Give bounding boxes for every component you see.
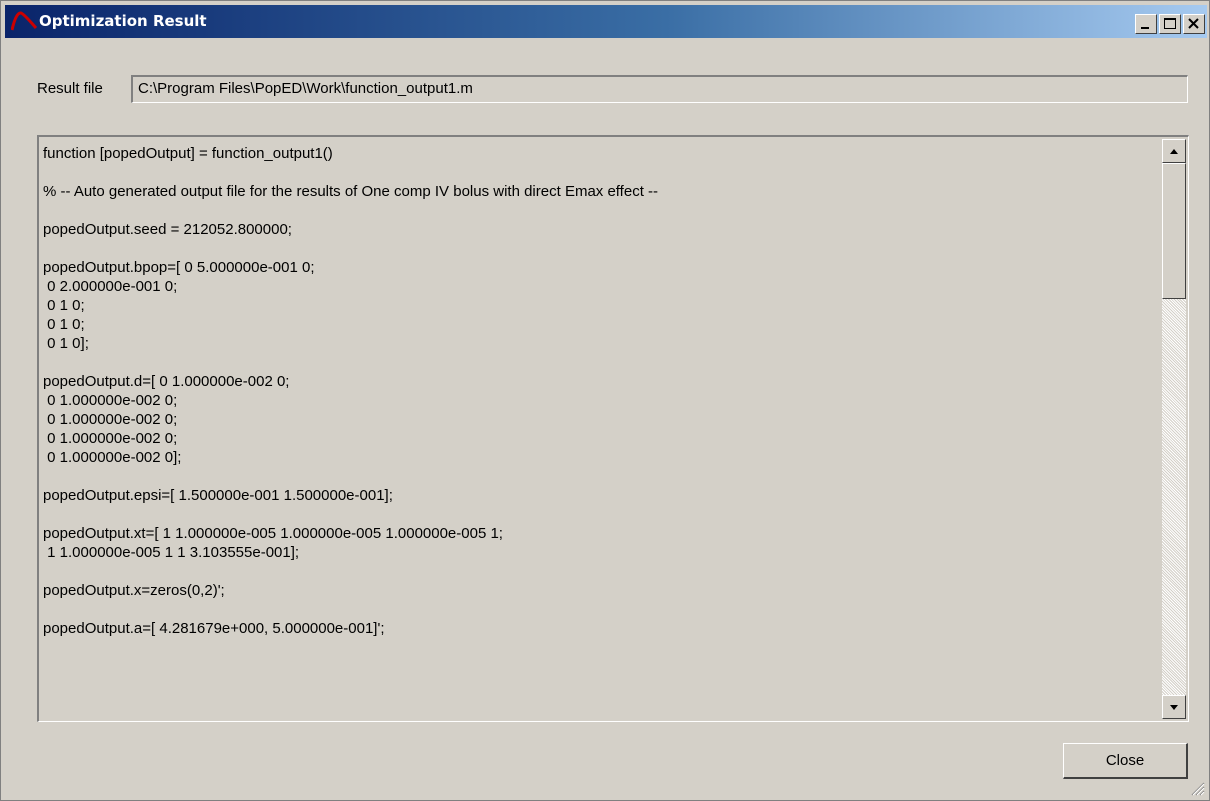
output-line: 1 1.000000e-005 1 1 3.103555e-001]; [43, 544, 300, 561]
minimize-icon [1141, 27, 1149, 29]
maximize-button[interactable] [1159, 14, 1181, 34]
close-window-button[interactable] [1183, 14, 1205, 34]
window-title: Optimization Result [39, 12, 207, 30]
arrow-down-icon [1170, 705, 1178, 710]
title-bar[interactable]: Optimization Result [5, 5, 1207, 38]
output-line: popedOutput.x=zeros(0,2)'; [43, 582, 225, 599]
output-line: 0 1.000000e-002 0; [43, 430, 178, 447]
output-line: popedOutput.d=[ 0 1.000000e-002 0; [43, 373, 290, 390]
output-line: popedOutput.xt=[ 1 1.000000e-005 1.00000… [43, 525, 503, 542]
arrow-up-icon [1170, 149, 1178, 154]
output-line: 0 1.000000e-002 0; [43, 411, 178, 428]
output-text: function [popedOutput] = function_output… [43, 144, 1153, 638]
scroll-thumb[interactable] [1162, 163, 1186, 299]
output-line: function [popedOutput] = function_output… [43, 145, 333, 162]
output-line: 0 1.000000e-002 0; [43, 392, 178, 409]
scroll-up-button[interactable] [1162, 139, 1186, 163]
poped-logo-icon [11, 11, 37, 31]
output-line: popedOutput.seed = 212052.800000; [43, 221, 292, 238]
output-line: popedOutput.epsi=[ 1.500000e-001 1.50000… [43, 487, 393, 504]
scroll-down-button[interactable] [1162, 695, 1186, 719]
output-line: 0 1.000000e-002 0]; [43, 449, 182, 466]
output-line: % -- Auto generated output file for the … [43, 183, 659, 200]
close-button[interactable]: Close [1063, 743, 1188, 779]
output-line: 0 1 0]; [43, 335, 89, 352]
output-line: 0 1 0; [43, 316, 85, 333]
output-text-area[interactable]: function [popedOutput] = function_output… [37, 135, 1189, 722]
result-file-field[interactable]: C:\Program Files\PopED\Work\function_out… [131, 75, 1188, 103]
optimization-result-window: Optimization Result Result file C:\Progr… [0, 0, 1210, 801]
close-icon [1188, 18, 1199, 29]
output-line: 0 2.000000e-001 0; [43, 278, 178, 295]
minimize-button[interactable] [1135, 14, 1157, 34]
vertical-scrollbar[interactable] [1162, 139, 1186, 719]
output-line: 0 1 0; [43, 297, 85, 314]
maximize-icon [1164, 18, 1176, 29]
output-line: popedOutput.a=[ 4.281679e+000, 5.000000e… [43, 620, 385, 637]
output-line: popedOutput.bpop=[ 0 5.000000e-001 0; [43, 259, 315, 276]
result-file-label: Result file [37, 80, 103, 97]
resize-grip-icon[interactable] [1187, 778, 1205, 796]
